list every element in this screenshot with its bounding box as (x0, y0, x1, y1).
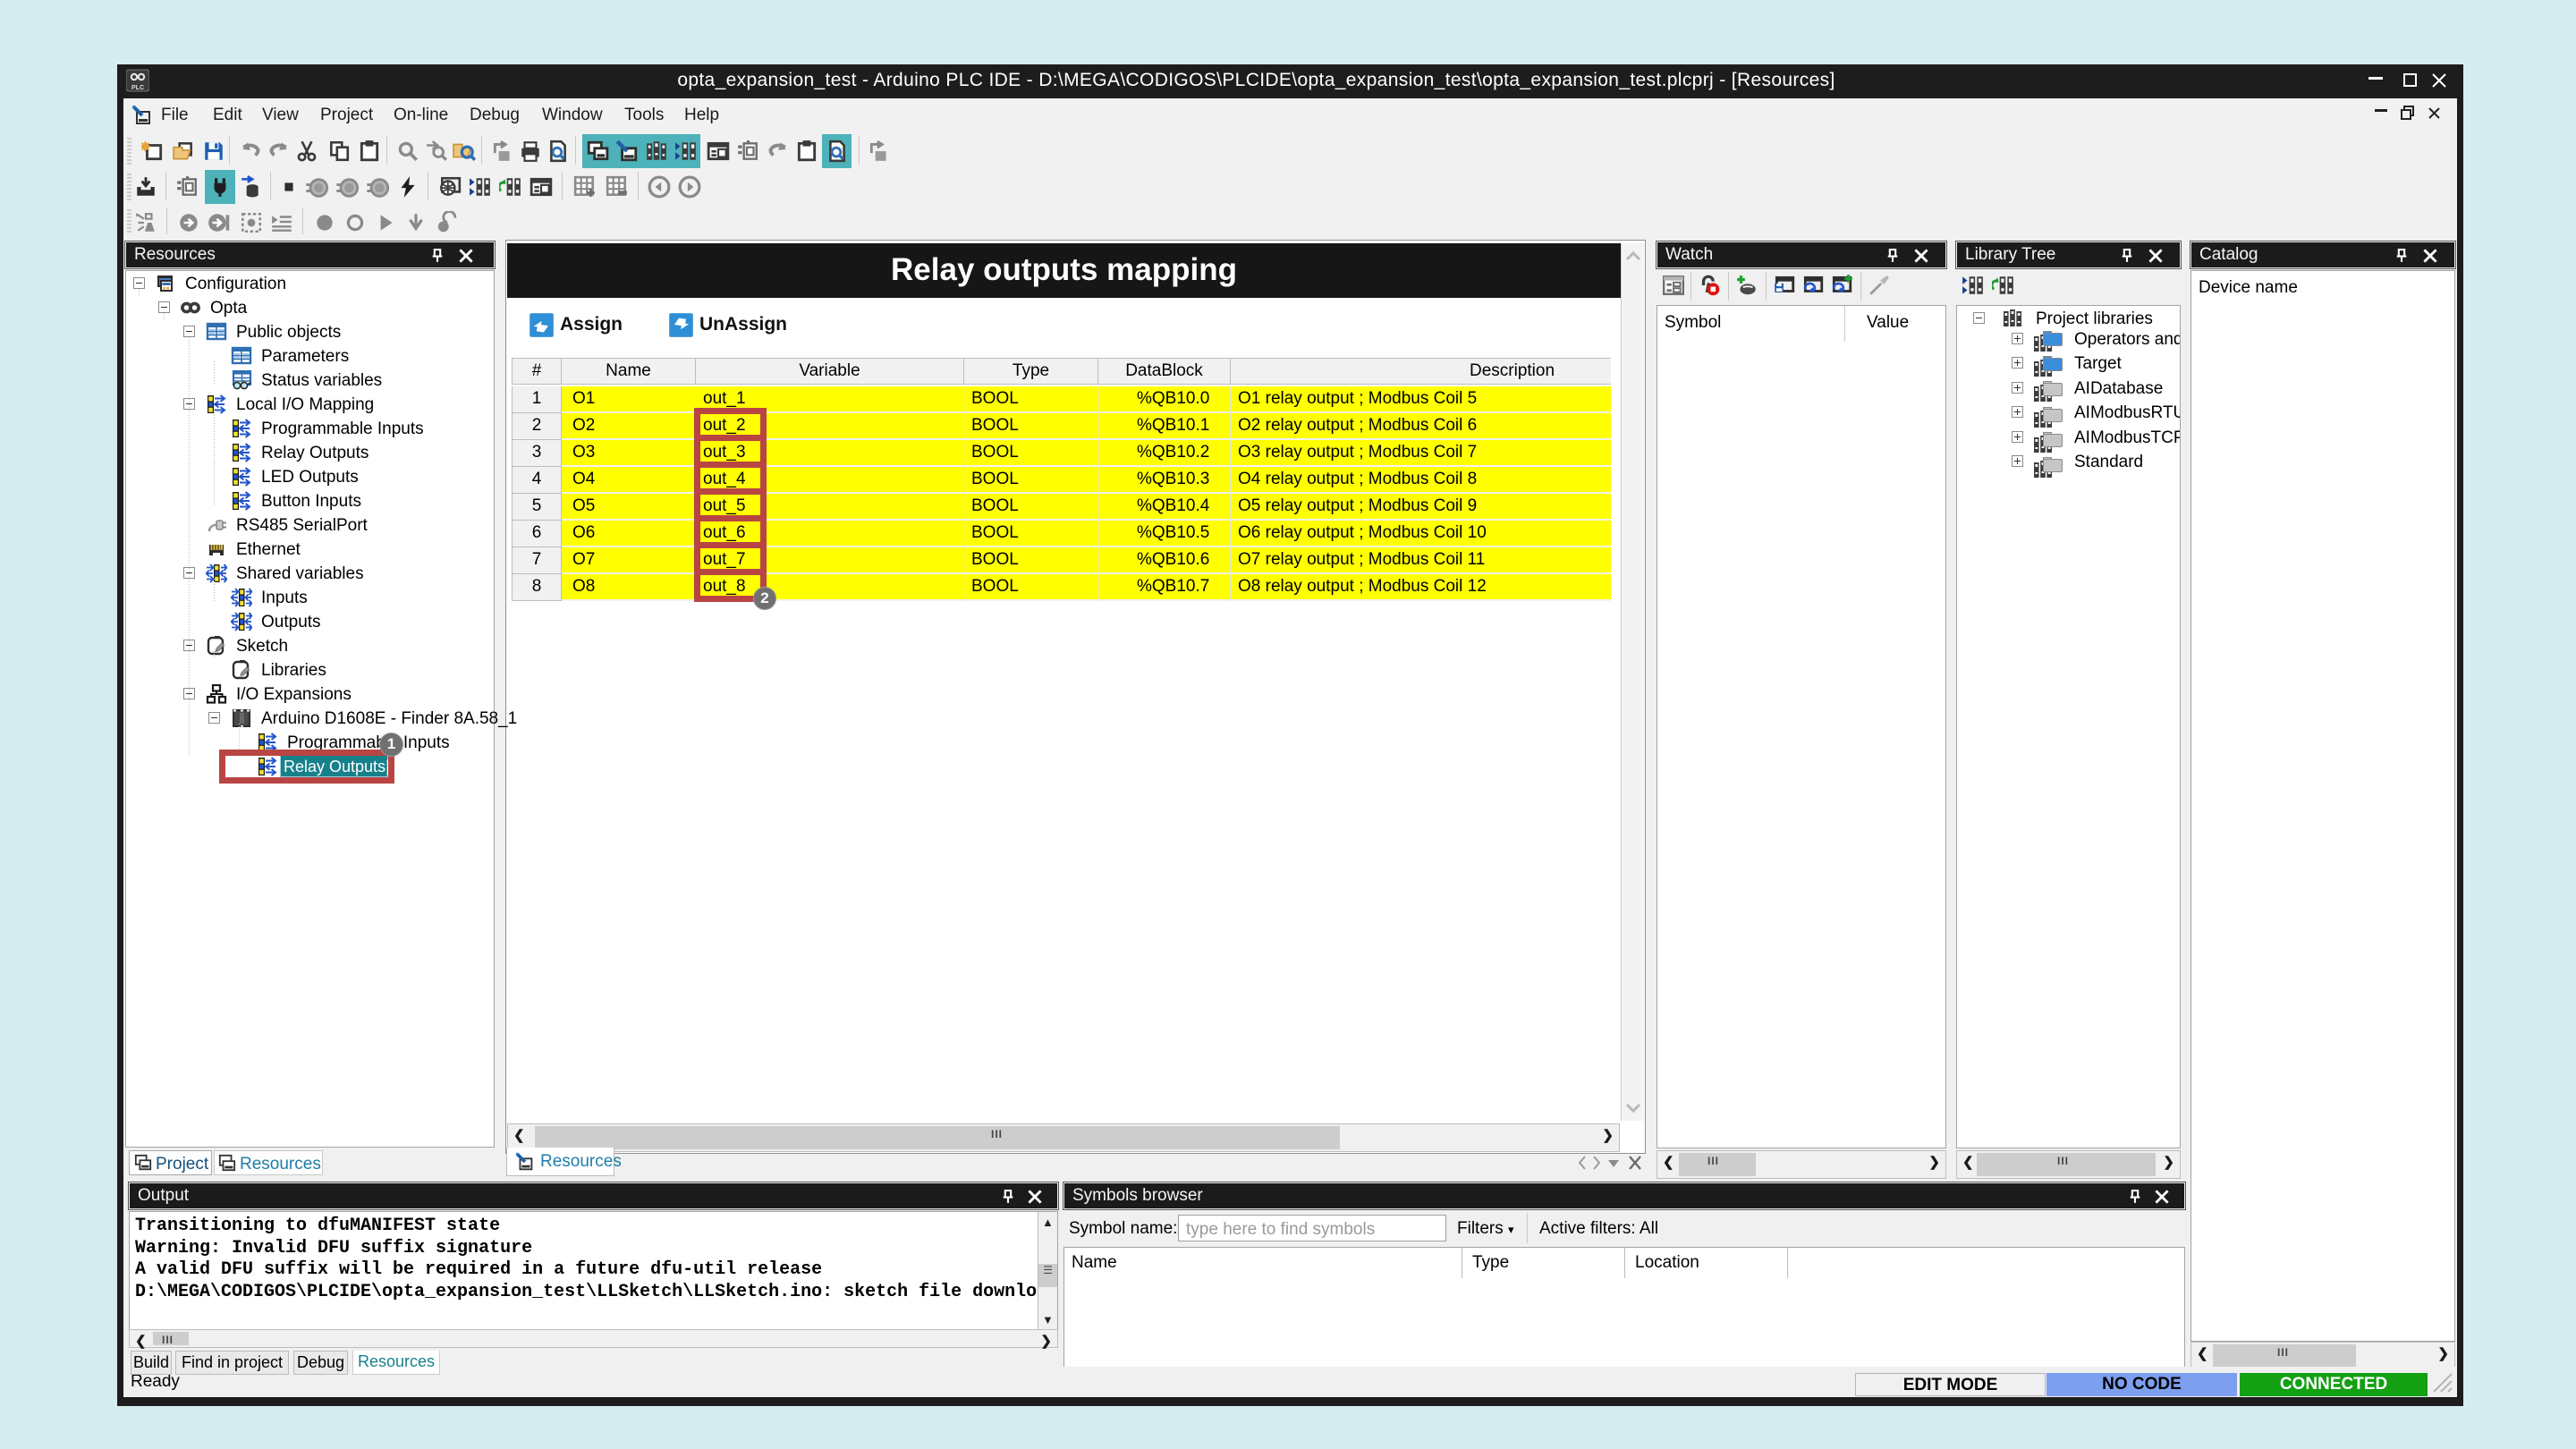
svg-text:PLC: PLC (131, 85, 144, 91)
